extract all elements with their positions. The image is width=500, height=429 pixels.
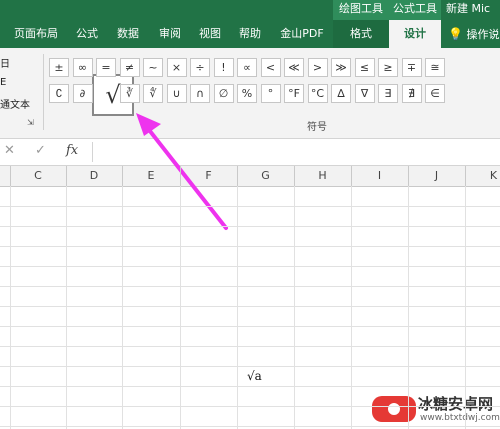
column-header-divider xyxy=(122,166,123,186)
grid-column-line xyxy=(122,186,123,429)
grid-column-line xyxy=(180,186,181,429)
symbol-button[interactable]: ∪ xyxy=(166,84,187,103)
grid-column-line xyxy=(10,186,11,429)
column-header[interactable]: K xyxy=(465,166,500,186)
symbol-button[interactable]: °F xyxy=(284,84,304,103)
grid-row-line xyxy=(0,406,500,407)
column-header-divider xyxy=(294,166,295,186)
symbol-button[interactable]: ∞ xyxy=(72,58,93,77)
grid-column-line xyxy=(408,186,409,429)
grid-column-line xyxy=(294,186,295,429)
grid-row-line xyxy=(0,346,500,347)
column-header[interactable]: I xyxy=(351,166,408,186)
symbol-button[interactable]: ∂ xyxy=(72,84,93,103)
symbol-button[interactable]: ± xyxy=(49,58,69,77)
symbol-button[interactable]: ! xyxy=(213,58,234,77)
symbol-button[interactable]: °C xyxy=(307,84,328,103)
column-header[interactable]: F xyxy=(180,166,237,186)
symbol-button[interactable]: ∩ xyxy=(190,84,210,103)
grid-row-line xyxy=(0,426,500,427)
symbol-button[interactable]: ∈ xyxy=(425,84,445,103)
grid-row-line xyxy=(0,246,500,247)
column-header[interactable]: C xyxy=(10,166,66,186)
symbol-button[interactable]: ∆ xyxy=(331,84,351,103)
symbol-button[interactable]: ≠ xyxy=(119,58,140,77)
symbol-button[interactable]: ∁ xyxy=(49,84,69,103)
column-header-divider xyxy=(66,166,67,186)
symbol-button[interactable]: ≤ xyxy=(354,58,375,77)
symbol-button[interactable]: ≥ xyxy=(378,58,398,77)
column-header[interactable]: G xyxy=(237,166,294,186)
symbol-button[interactable]: × xyxy=(166,58,187,77)
column-header[interactable]: D xyxy=(66,166,122,186)
symbol-button[interactable]: ≅ xyxy=(425,58,445,77)
grid-row-line xyxy=(0,266,500,267)
column-header-divider xyxy=(180,166,181,186)
column-header-divider xyxy=(351,166,352,186)
symbol-button[interactable]: ∃ xyxy=(378,84,398,103)
grid-row-line xyxy=(0,226,500,227)
grid-row-line xyxy=(0,206,500,207)
symbol-button[interactable]: ∅ xyxy=(213,84,234,103)
symbol-button[interactable]: ≫ xyxy=(331,58,351,77)
symbol-button[interactable]: ≪ xyxy=(284,58,304,77)
symbol-button[interactable]: % xyxy=(237,84,257,103)
column-header-divider xyxy=(10,166,11,186)
watermark-url: www.btxtdwj.com xyxy=(420,413,500,423)
symbol-button[interactable]: ∜ xyxy=(143,84,163,103)
symbol-button[interactable]: ∓ xyxy=(401,58,422,77)
column-header[interactable]: H xyxy=(294,166,351,186)
symbol-button[interactable]: < xyxy=(260,58,281,77)
grid-column-line xyxy=(465,186,466,429)
column-header[interactable]: E xyxy=(122,166,180,186)
grid-row-line xyxy=(0,326,500,327)
symbol-button[interactable]: ∛ xyxy=(119,84,140,103)
column-header-divider xyxy=(237,166,238,186)
column-header[interactable]: J xyxy=(408,166,465,186)
symbol-button[interactable]: = xyxy=(96,58,116,77)
grid-column-line xyxy=(237,186,238,429)
symbol-button[interactable]: ∄ xyxy=(401,84,422,103)
symbol-button[interactable]: ∝ xyxy=(237,58,257,77)
symbol-button[interactable]: ÷ xyxy=(190,58,210,77)
grid-row-line xyxy=(0,306,500,307)
grid-column-line xyxy=(66,186,67,429)
symbol-button[interactable]: ~ xyxy=(143,58,163,77)
column-header-divider xyxy=(408,166,409,186)
watermark-name: 冰糖安卓网 xyxy=(418,395,494,413)
column-header-divider xyxy=(465,166,466,186)
grid-row-line xyxy=(0,286,500,287)
symbol-button[interactable]: ∇ xyxy=(354,84,375,103)
symbol-button[interactable]: > xyxy=(307,58,328,77)
grid-row-line xyxy=(0,366,500,367)
symbol-button[interactable]: ° xyxy=(260,84,281,103)
grid-column-line xyxy=(351,186,352,429)
grid-row-line xyxy=(0,386,500,387)
